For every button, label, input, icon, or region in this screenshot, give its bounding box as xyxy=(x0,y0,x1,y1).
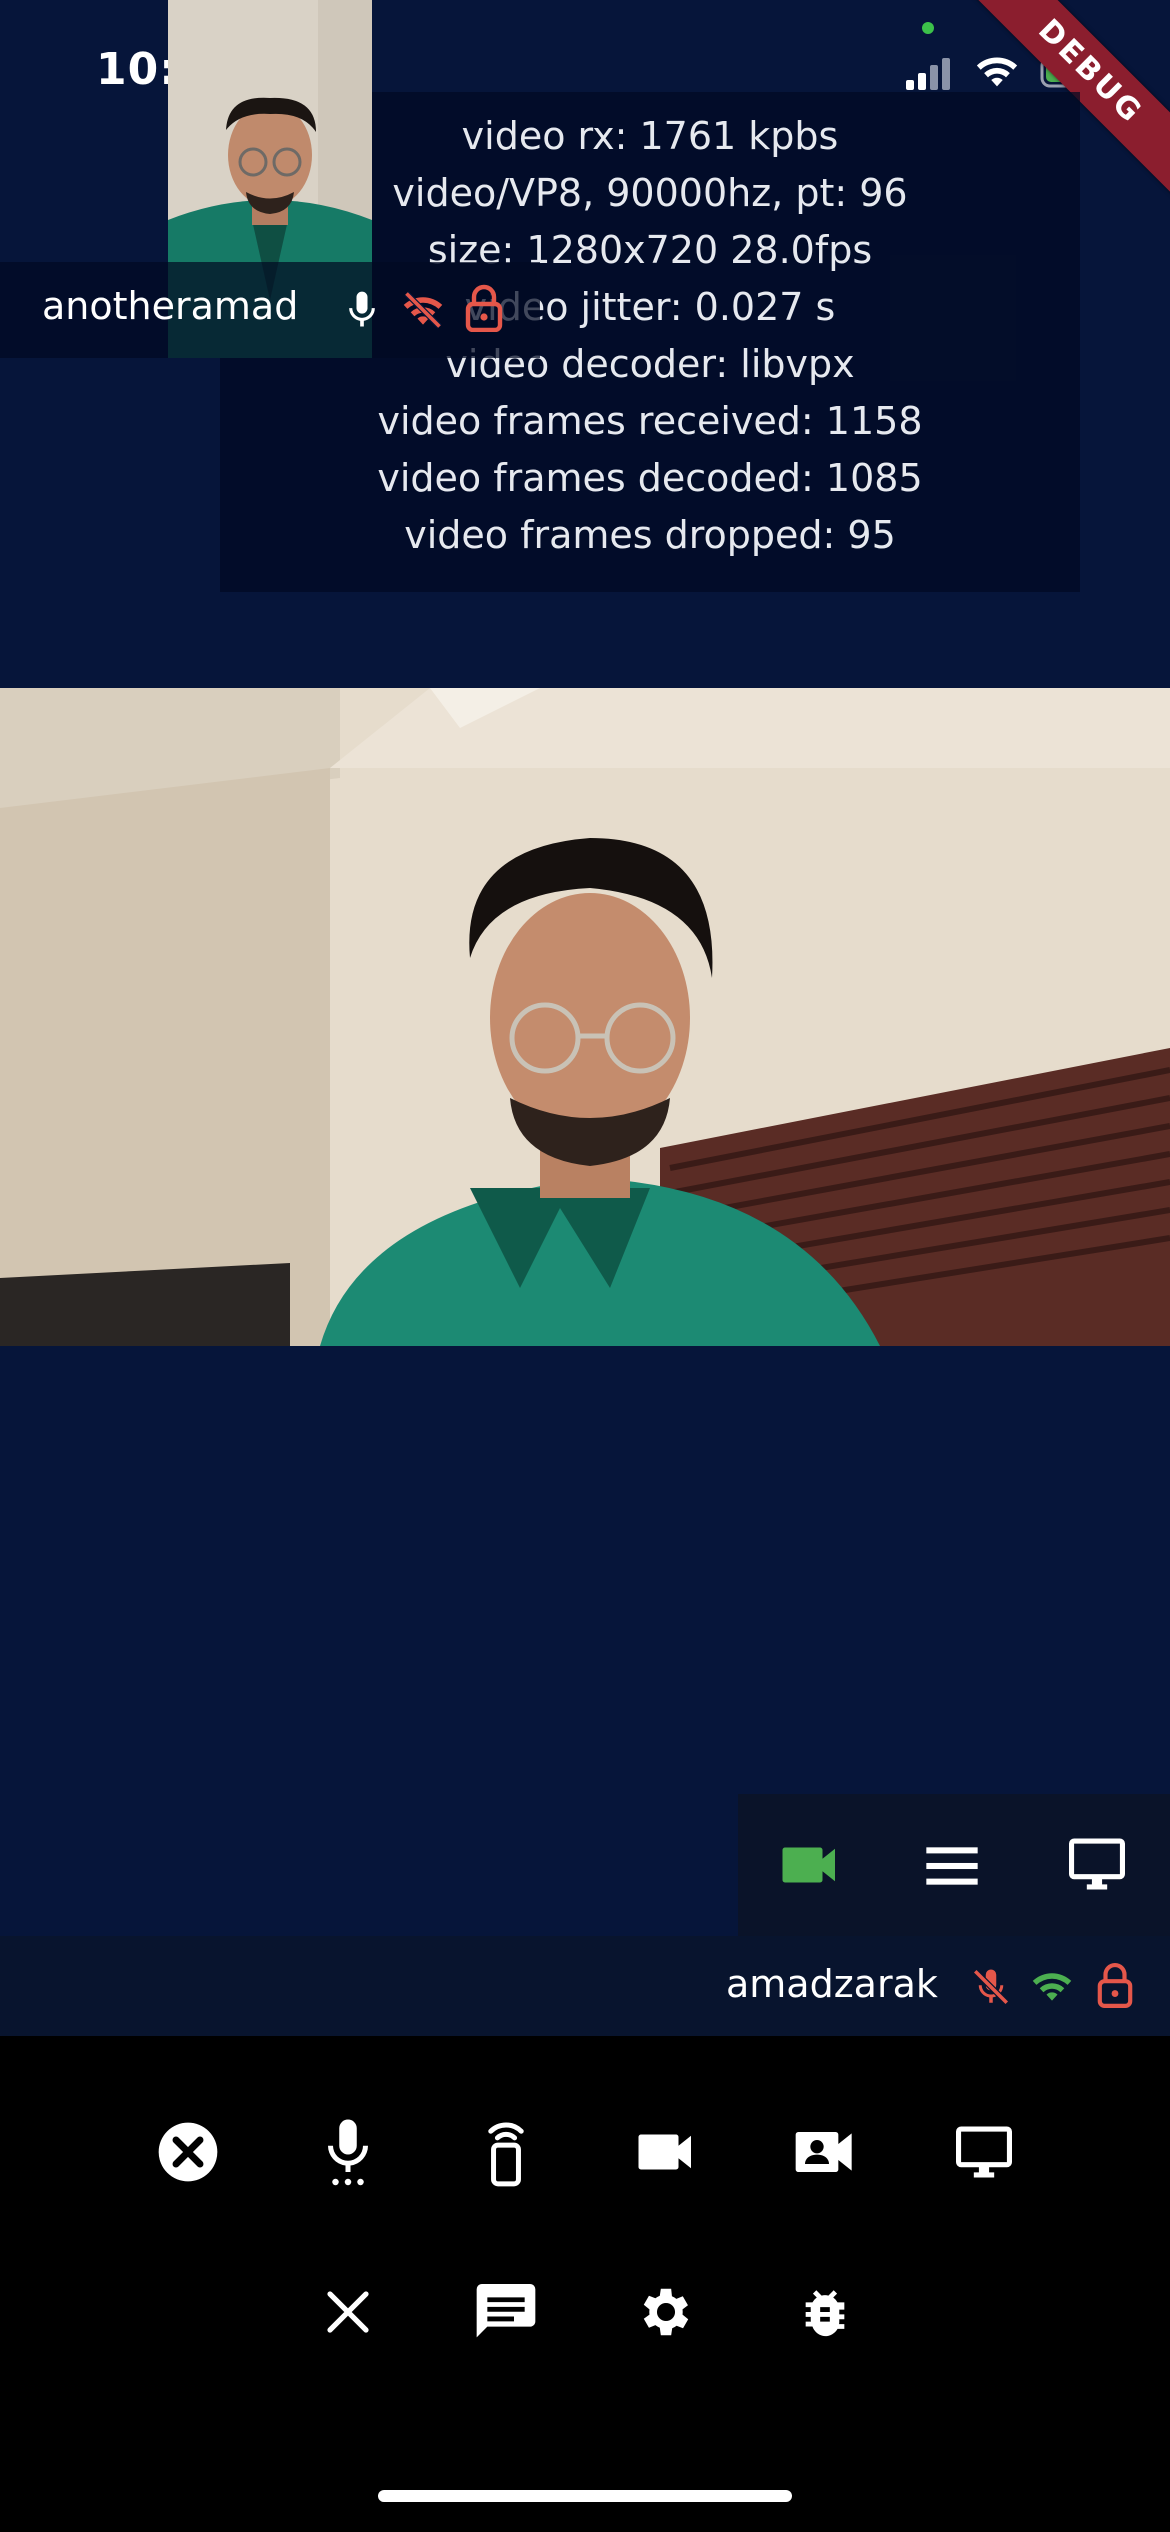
speakerphone-button[interactable] xyxy=(466,2112,546,2192)
wifi-off-icon xyxy=(403,291,443,329)
remote-participant-name: anotheramad xyxy=(42,284,299,328)
lock-open-icon xyxy=(465,284,503,332)
debug-bug-icon xyxy=(805,2290,845,2337)
debug-button[interactable] xyxy=(785,2272,865,2352)
camera-in-use-indicator xyxy=(922,22,934,34)
lock-open-icon xyxy=(1097,1962,1133,2008)
video-toggle-button[interactable] xyxy=(626,2112,706,2192)
mic-icon xyxy=(349,291,375,327)
signal-icon xyxy=(906,58,950,90)
home-indicator[interactable] xyxy=(378,2490,792,2502)
settings-button[interactable] xyxy=(626,2272,706,2352)
stats-frames-received: video frames received: 1158 xyxy=(377,399,923,443)
disconnect-button[interactable] xyxy=(148,2112,228,2192)
microphone-button[interactable] xyxy=(308,2112,388,2192)
close-circle-icon xyxy=(158,2122,218,2182)
menu-icon[interactable] xyxy=(924,1844,980,1888)
chat-button[interactable] xyxy=(466,2272,546,2352)
main-video-frame xyxy=(0,688,1170,1346)
videocam-icon[interactable] xyxy=(780,1840,840,1890)
close-button[interactable] xyxy=(308,2272,388,2352)
stats-frames-dropped: video frames dropped: 95 xyxy=(404,513,896,557)
settings-icon xyxy=(643,2288,689,2336)
call-controls xyxy=(0,2036,1170,2532)
speakerphone-icon xyxy=(488,2122,524,2187)
screen-share-button[interactable] xyxy=(944,2112,1024,2192)
stats-frames-decoded: video frames decoded: 1085 xyxy=(377,456,923,500)
main-video[interactable] xyxy=(0,688,1170,1346)
monitor-icon[interactable] xyxy=(1066,1836,1128,1892)
videocam-icon xyxy=(638,2134,691,2170)
screen-share-icon xyxy=(956,2126,1012,2178)
chat-icon xyxy=(476,2284,536,2338)
close-icon xyxy=(327,2291,369,2333)
wifi-icon xyxy=(976,57,1018,87)
local-participant-name: amadzarak xyxy=(726,1962,938,2006)
mic-icon xyxy=(328,2119,368,2186)
wifi-icon xyxy=(1032,1973,1072,2001)
mic-off-icon xyxy=(973,1969,1009,2005)
switch-camera-icon xyxy=(795,2132,852,2172)
switch-camera-button[interactable] xyxy=(785,2112,865,2192)
